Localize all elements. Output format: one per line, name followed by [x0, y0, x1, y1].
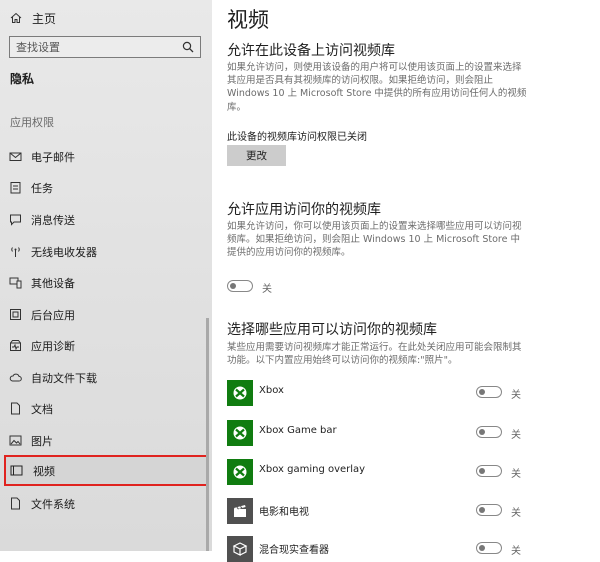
toggle-knob: [479, 428, 485, 435]
app-access-heading: 允许应用访问你的视频库: [227, 202, 381, 218]
sidebar-item-app-diagnostics[interactable]: 应用诊断: [0, 330, 212, 361]
app-row-xbox: Xbox 关: [227, 380, 537, 406]
sidebar-item-label: 任务: [31, 181, 53, 195]
home-icon: [10, 12, 26, 24]
app-toggle-label: 关: [511, 390, 521, 401]
film-icon: [227, 498, 253, 524]
xbox-icon: [227, 420, 253, 446]
sidebar-item-label: 应用诊断: [31, 339, 75, 353]
xbox-icon: [227, 380, 253, 406]
app-toggle-label: 关: [511, 546, 521, 557]
sidebar-item-background-apps[interactable]: 后台应用: [0, 299, 212, 330]
app-access-description: 如果允许访问，你可以使用该页面上的设置来选择哪些应用可以访问视频库。如果拒绝访问…: [227, 221, 522, 259]
document-icon: [9, 402, 22, 415]
toggle-knob: [479, 506, 485, 513]
app-access-toggle[interactable]: [227, 280, 253, 292]
app-row-xbox-game-bar: Xbox Game bar 关: [227, 420, 537, 446]
xbox-icon: [227, 459, 253, 485]
privacy-heading: 隐私: [10, 72, 35, 86]
video-icon: [10, 464, 23, 477]
change-button[interactable]: 更改: [227, 145, 286, 166]
device-access-description: 如果允许访问，则使用该设备的用户将可以使用该页面上的设置来选择其应用是否具有其视…: [227, 62, 527, 113]
cloud-icon: [9, 371, 22, 384]
app-permissions-heading: 应用权限: [10, 116, 54, 129]
home-label: 主页: [32, 11, 57, 26]
app-toggle-label: 关: [511, 469, 521, 480]
app-row-xbox-gaming-overlay: Xbox gaming overlay 关: [227, 459, 537, 485]
sidebar-item-label: 图片: [31, 434, 53, 448]
sidebar-item-documents[interactable]: 文档: [0, 393, 212, 424]
sidebar-item-label: 电子邮件: [31, 150, 75, 164]
video-settings-page: 视频 允许在此设备上访问视频库 如果允许访问，则使用该设备的用户将可以使用该页面…: [212, 0, 600, 562]
app-toggle-xbox-game-bar[interactable]: [476, 426, 502, 438]
app-access-toggle-label: 关: [262, 284, 272, 295]
choose-apps-description: 某些应用需要访问视频库才能正常运行。在此处关闭应用可能会限制其功能。以下内置应用…: [227, 342, 522, 367]
toggle-knob: [479, 467, 485, 474]
app-toggle-xbox-gaming-overlay[interactable]: [476, 465, 502, 477]
toggle-knob: [479, 544, 485, 551]
page-title: 视频: [227, 8, 269, 32]
image-icon: [9, 434, 22, 447]
sidebar-item-label: 后台应用: [31, 308, 75, 322]
app-toggle-xbox[interactable]: [476, 386, 502, 398]
app-toggle-mixed-reality-viewer[interactable]: [476, 542, 502, 554]
tasks-icon: [9, 181, 22, 194]
toggle-knob: [479, 388, 485, 395]
mail-icon: [9, 150, 22, 163]
sidebar-item-label: 视频: [33, 464, 55, 478]
sidebar-item-label: 文档: [31, 402, 53, 416]
app-name: 混合现实查看器: [259, 545, 329, 556]
settings-sidebar: 主页 查找设置 隐私 应用权限 电子邮件 任务 消息传送 无线电收发器 其他设备…: [0, 0, 212, 551]
choose-apps-heading: 选择哪些应用可以访问你的视频库: [227, 322, 437, 338]
app-toggle-movies-tv[interactable]: [476, 504, 502, 516]
sidebar-item-label: 无线电收发器: [31, 245, 97, 259]
sidebar-item-label: 其他设备: [31, 276, 75, 290]
app-name: 电影和电视: [259, 507, 309, 518]
app-toggle-label: 关: [511, 508, 521, 519]
sidebar-scrollbar[interactable]: [206, 318, 209, 551]
device-access-status: 此设备的视频库访问权限已关闭: [227, 132, 367, 143]
background-apps-icon: [9, 308, 22, 321]
sidebar-item-pictures[interactable]: 图片: [0, 425, 212, 456]
sidebar-item-label: 消息传送: [31, 213, 75, 227]
sidebar-item-label: 自动文件下载: [31, 371, 97, 385]
sidebar-item-tasks[interactable]: 任务: [0, 172, 212, 203]
app-name: Xbox Game bar: [259, 425, 337, 436]
chat-icon: [9, 213, 22, 226]
app-name: Xbox gaming overlay: [259, 464, 366, 475]
search-input[interactable]: 查找设置: [9, 36, 201, 58]
device-access-heading: 允许在此设备上访问视频库: [227, 43, 395, 59]
app-row-mixed-reality-viewer: 混合现实查看器 关: [227, 536, 537, 562]
search-placeholder: 查找设置: [16, 41, 60, 54]
diagnostics-icon: [9, 339, 22, 352]
sidebar-item-videos[interactable]: 视频: [4, 455, 208, 486]
sidebar-item-file-system[interactable]: 文件系统: [0, 488, 212, 519]
cube-icon: [227, 536, 253, 562]
toggle-knob: [230, 282, 236, 289]
app-name: Xbox: [259, 385, 284, 396]
app-toggle-label: 关: [511, 430, 521, 441]
devices-icon: [9, 276, 22, 289]
file-icon: [9, 497, 22, 510]
sidebar-item-auto-downloads[interactable]: 自动文件下载: [0, 362, 212, 393]
radio-tower-icon: [9, 245, 22, 258]
search-icon[interactable]: [182, 41, 194, 56]
sidebar-item-radios[interactable]: 无线电收发器: [0, 236, 212, 267]
sidebar-item-other-devices[interactable]: 其他设备: [0, 267, 212, 298]
app-row-movies-tv: 电影和电视 关: [227, 498, 537, 524]
sidebar-item-email[interactable]: 电子邮件: [0, 141, 212, 172]
home-link[interactable]: 主页: [10, 10, 56, 26]
sidebar-item-messaging[interactable]: 消息传送: [0, 204, 212, 235]
sidebar-item-label: 文件系统: [31, 497, 75, 511]
